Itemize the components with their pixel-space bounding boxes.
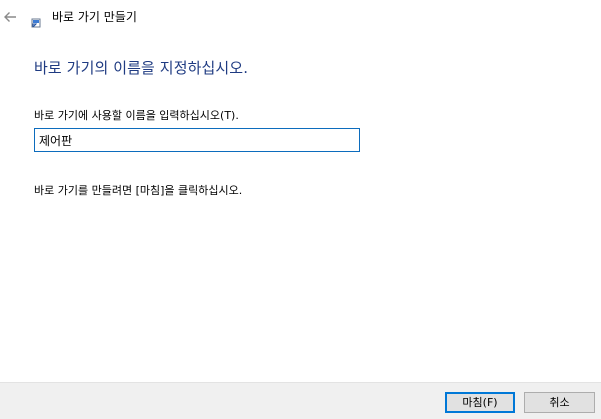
back-button[interactable]: [0, 6, 20, 28]
window-title: 바로 가기 만들기: [52, 10, 137, 24]
shortcut-icon: [30, 14, 42, 28]
cancel-button[interactable]: 취소: [524, 392, 595, 413]
shortcut-name-label: 바로 가기에 사용할 이름을 입력하십시오(T).: [34, 109, 239, 122]
button-bar: 마침(F) 취소: [0, 382, 601, 419]
back-arrow-icon: [4, 12, 16, 22]
finish-button[interactable]: 마침(F): [445, 392, 515, 413]
shortcut-name-input[interactable]: [34, 128, 360, 152]
finish-instruction: 바로 가기를 만들려면 [마침]을 클릭하십시오.: [34, 184, 243, 197]
page-heading: 바로 가기의 이름을 지정하십시오.: [34, 59, 249, 77]
